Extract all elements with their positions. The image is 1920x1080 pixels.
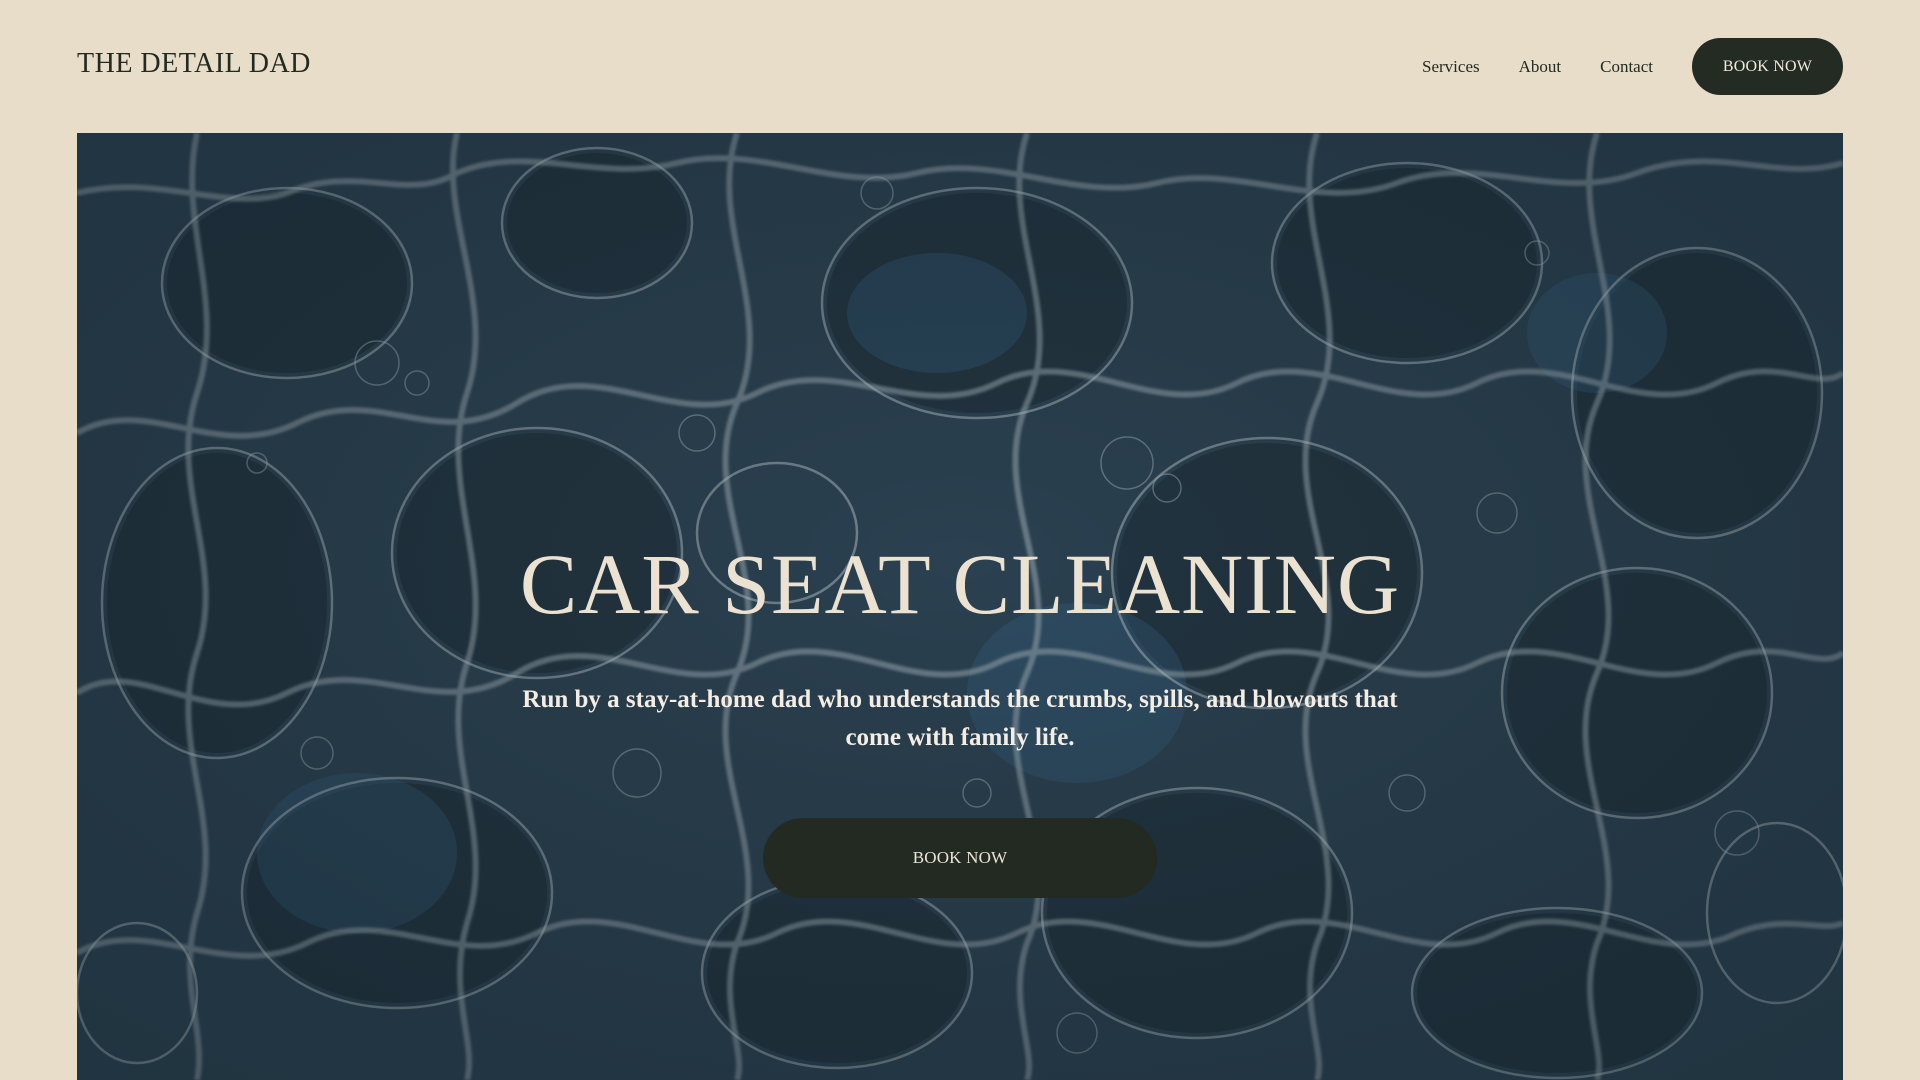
header-book-now-button[interactable]: BOOK NOW xyxy=(1692,38,1843,95)
site-header: THE DETAIL DAD Services About Contact BO… xyxy=(0,0,1920,133)
main-nav: Services About Contact BOOK NOW xyxy=(1422,38,1843,95)
nav-link-about[interactable]: About xyxy=(1519,57,1562,77)
nav-link-services[interactable]: Services xyxy=(1422,57,1480,77)
page: THE DETAIL DAD Services About Contact BO… xyxy=(0,0,1920,1080)
hero-section: CAR SEAT CLEANING Run by a stay-at-home … xyxy=(77,133,1843,1080)
nav-link-contact[interactable]: Contact xyxy=(1600,57,1653,77)
hero-book-now-button[interactable]: BOOK NOW xyxy=(763,818,1157,898)
site-logo[interactable]: THE DETAIL DAD xyxy=(77,50,311,78)
hero-content: CAR SEAT CLEANING Run by a stay-at-home … xyxy=(77,133,1843,1080)
hero-subtitle: Run by a stay-at-home dad who understand… xyxy=(522,686,1398,751)
hero-title: CAR SEAT CLEANING xyxy=(519,536,1401,632)
